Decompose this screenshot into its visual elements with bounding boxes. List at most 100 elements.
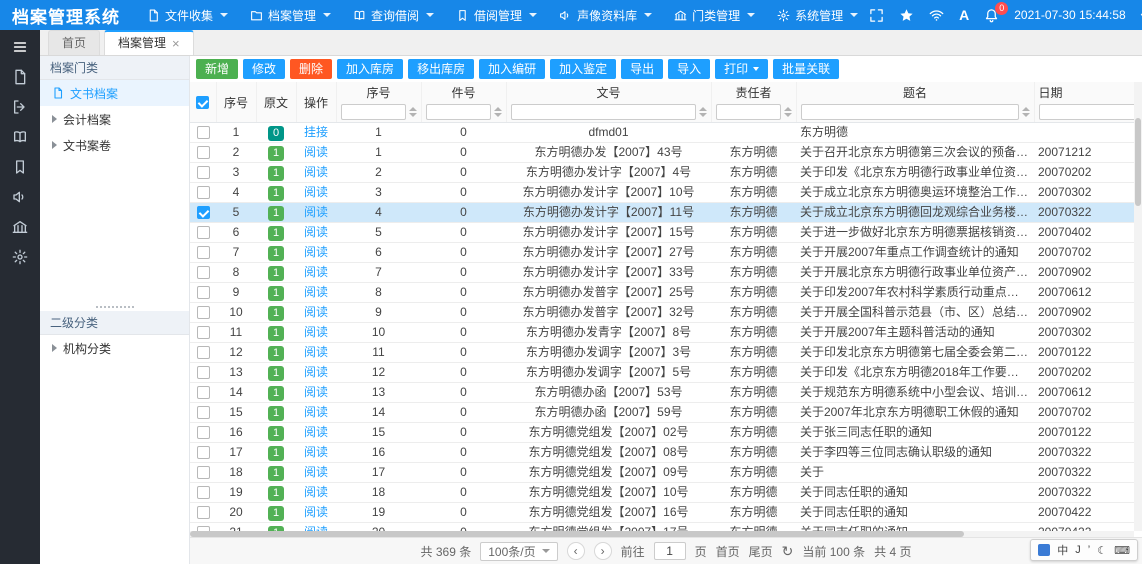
row-checkbox[interactable]: [197, 386, 210, 399]
next-page-button[interactable]: ›: [594, 542, 612, 560]
row-checkbox[interactable]: [197, 446, 210, 459]
speaker-icon[interactable]: [12, 189, 28, 205]
table-row[interactable]: 9 1 阅读 8 0 东方明德办发普字【2007】25号 东方明德 关于印发20…: [190, 283, 1142, 303]
ime-fullhalf-icon[interactable]: ☾: [1097, 544, 1107, 557]
table-row[interactable]: 7 1 阅读 6 0 东方明德办发计字【2007】27号 东方明德 关于开展20…: [190, 243, 1142, 263]
menu-item-borrow-management[interactable]: 借阅管理: [445, 0, 548, 30]
row-checkbox[interactable]: [197, 306, 210, 319]
sort-icon[interactable]: [1022, 107, 1030, 117]
row-checkbox[interactable]: [197, 486, 210, 499]
panel-splitter[interactable]: [40, 302, 189, 311]
row-action-link[interactable]: 阅读: [304, 305, 328, 319]
last-page-link[interactable]: 尾页: [749, 543, 773, 560]
row-action-link[interactable]: 阅读: [304, 365, 328, 379]
filter-input-title[interactable]: [801, 104, 1019, 120]
book-icon[interactable]: [12, 129, 28, 145]
menu-item-archive-management[interactable]: 档案管理: [239, 0, 342, 30]
bank-icon[interactable]: [12, 219, 28, 235]
row-action-link[interactable]: 阅读: [304, 145, 328, 159]
table-row[interactable]: 13 1 阅读 12 0 东方明德办发调字【2007】5号 东方明德 关于印发《…: [190, 363, 1142, 383]
table-row[interactable]: 19 1 阅读 18 0 东方明德党组发【2007】10号 东方明德 关于同志任…: [190, 483, 1142, 503]
prev-page-button[interactable]: ‹: [567, 542, 585, 560]
ime-mode-indicator[interactable]: J: [1075, 544, 1081, 556]
row-checkbox[interactable]: [197, 266, 210, 279]
filter-input-responsible[interactable]: [716, 104, 781, 120]
toolbar-button[interactable]: 导入: [668, 59, 710, 79]
ime-toolbar[interactable]: 中 J ’ ☾ ⌨: [1030, 539, 1138, 561]
tree-item-accounting-archive[interactable]: 会计档案: [40, 106, 189, 132]
row-checkbox[interactable]: [197, 286, 210, 299]
ime-punct-indicator[interactable]: ’: [1088, 544, 1090, 556]
fullscreen-icon[interactable]: [869, 8, 884, 23]
row-checkbox[interactable]: [197, 346, 210, 359]
menu-item-query-borrow[interactable]: 查询借阅: [342, 0, 445, 30]
tree-item-document-archive[interactable]: 文书档案: [40, 80, 189, 106]
select-all-checkbox[interactable]: [196, 96, 209, 109]
toolbar-button[interactable]: 加入编研: [479, 59, 545, 79]
table-row[interactable]: 17 1 阅读 16 0 东方明德党组发【2007】08号 东方明德 关于李四等…: [190, 443, 1142, 463]
wifi-icon[interactable]: [929, 8, 944, 23]
toolbar-button[interactable]: 加入鉴定: [550, 59, 616, 79]
sort-icon[interactable]: [699, 107, 707, 117]
toolbar-button[interactable]: 删除: [290, 59, 332, 79]
menu-item-category-management[interactable]: 门类管理: [663, 0, 766, 30]
row-action-link[interactable]: 阅读: [304, 445, 328, 459]
row-checkbox[interactable]: [197, 326, 210, 339]
row-action-link[interactable]: 阅读: [304, 465, 328, 479]
page-size-select[interactable]: 100条/页: [480, 542, 557, 561]
table-row[interactable]: 12 1 阅读 11 0 东方明德办发调字【2007】3号 东方明德 关于印发北…: [190, 343, 1142, 363]
toolbar-button[interactable]: 修改: [243, 59, 285, 79]
gear-icon[interactable]: [12, 249, 28, 265]
row-checkbox[interactable]: [197, 206, 210, 219]
sort-icon[interactable]: [784, 107, 792, 117]
row-checkbox[interactable]: [197, 166, 210, 179]
row-action-link[interactable]: 阅读: [304, 245, 328, 259]
row-checkbox[interactable]: [197, 366, 210, 379]
tab-close-icon[interactable]: ×: [172, 37, 180, 50]
star-icon[interactable]: [899, 8, 914, 23]
table-row[interactable]: 2 1 阅读 1 0 东方明德办发【2007】43号 东方明德 关于召开北京东方…: [190, 143, 1142, 163]
table-row[interactable]: 18 1 阅读 17 0 东方明德党组发【2007】09号 东方明德 关于 20…: [190, 463, 1142, 483]
table-row[interactable]: 8 1 阅读 7 0 东方明德办发计字【2007】33号 东方明德 关于开展北京…: [190, 263, 1142, 283]
tab-home[interactable]: 首页: [48, 30, 100, 55]
table-row[interactable]: 10 1 阅读 9 0 东方明德办发普字【2007】32号 东方明德 关于开展全…: [190, 303, 1142, 323]
refresh-icon[interactable]: ↻: [782, 544, 794, 558]
table-row[interactable]: 15 1 阅读 14 0 东方明德办函【2007】59号 东方明德 关于2007…: [190, 403, 1142, 423]
row-checkbox[interactable]: [197, 466, 210, 479]
row-action-link[interactable]: 挂接: [304, 125, 328, 139]
row-checkbox[interactable]: [197, 186, 210, 199]
table-row[interactable]: 16 1 阅读 15 0 东方明德党组发【2007】02号 东方明德 关于张三同…: [190, 423, 1142, 443]
ime-lang-indicator[interactable]: 中: [1057, 542, 1068, 558]
row-checkbox[interactable]: [197, 126, 210, 139]
row-action-link[interactable]: 阅读: [304, 225, 328, 239]
table-row[interactable]: 4 1 阅读 3 0 东方明德办发计字【2007】10号 东方明德 关于成立北京…: [190, 183, 1142, 203]
row-checkbox[interactable]: [197, 426, 210, 439]
menu-item-system-management[interactable]: 系统管理: [766, 0, 869, 30]
font-size-icon[interactable]: A: [959, 7, 969, 23]
table-row[interactable]: 11 1 阅读 10 0 东方明德办发青字【2007】8号 东方明德 关于开展2…: [190, 323, 1142, 343]
row-checkbox[interactable]: [197, 246, 210, 259]
export-icon[interactable]: [12, 99, 28, 115]
table-row[interactable]: 6 1 阅读 5 0 东方明德办发计字【2007】15号 东方明德 关于进一步做…: [190, 223, 1142, 243]
toolbar-button[interactable]: 打印: [715, 59, 768, 79]
menu-icon[interactable]: [12, 39, 28, 55]
toolbar-button[interactable]: 新增: [196, 59, 238, 79]
table-row[interactable]: 1 0 挂接 1 0 dfmd01 东方明德: [190, 123, 1142, 143]
first-page-link[interactable]: 首页: [716, 543, 740, 560]
sort-icon[interactable]: [409, 107, 417, 117]
table-row[interactable]: 5 1 阅读 4 0 东方明德办发计字【2007】11号 东方明德 关于成立北京…: [190, 203, 1142, 223]
filter-input-doc-number[interactable]: [511, 104, 696, 120]
toolbar-button[interactable]: 移出库房: [408, 59, 474, 79]
row-action-link[interactable]: 阅读: [304, 345, 328, 359]
goto-page-input[interactable]: [654, 542, 686, 560]
row-checkbox[interactable]: [197, 146, 210, 159]
row-checkbox[interactable]: [197, 226, 210, 239]
row-action-link[interactable]: 阅读: [304, 405, 328, 419]
row-action-link[interactable]: 阅读: [304, 185, 328, 199]
ime-keyboard-icon[interactable]: ⌨: [1114, 544, 1130, 557]
row-action-link[interactable]: 阅读: [304, 385, 328, 399]
table-row[interactable]: 14 1 阅读 13 0 东方明德办函【2007】53号 东方明德 关于规范东方…: [190, 383, 1142, 403]
filter-input-item-number[interactable]: [426, 104, 491, 120]
tab-archive-management[interactable]: 档案管理 ×: [104, 30, 194, 55]
row-checkbox[interactable]: [197, 406, 210, 419]
